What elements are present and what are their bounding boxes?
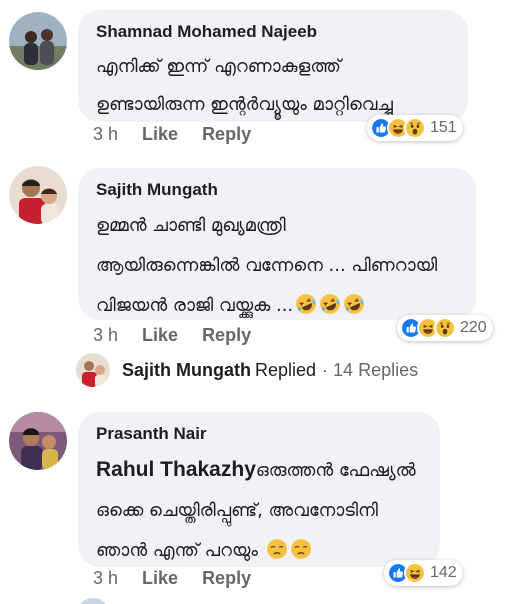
rofl-icon xyxy=(319,293,341,315)
avatar xyxy=(76,353,110,387)
comment-bubble: Sajith Mungath ഉമ്മൻ ചാണ്ടി മുഖ്യമന്ത്രി… xyxy=(78,168,476,320)
reply-author-name: Sajith Mungath xyxy=(122,359,251,380)
comment-bubble: Shamnad Mohamed Najeeb എനിക്ക് ഇന്ന് എറണ… xyxy=(78,10,468,122)
reaction-summary[interactable]: 220 xyxy=(397,315,493,341)
haha-icon xyxy=(404,562,426,584)
mention-link[interactable]: Rahul Thakazhy xyxy=(96,458,256,481)
comment-actions: 3 h Like Reply xyxy=(93,124,251,145)
comment-bubble: Prasanth Nair Rahul Thakazhyഒരുത്തൻ ഫേഷ്… xyxy=(78,412,440,567)
like-button[interactable]: Like xyxy=(142,568,178,589)
reply-button[interactable]: Reply xyxy=(202,568,251,589)
timestamp[interactable]: 3 h xyxy=(93,568,118,589)
comment-1: Shamnad Mohamed Najeeb എനിക്ക് ഇന്ന് എറണ… xyxy=(0,0,531,160)
like-button[interactable]: Like xyxy=(142,124,178,145)
reaction-count: 151 xyxy=(430,119,457,136)
avatar[interactable] xyxy=(9,12,67,70)
comment-text-segment: ഒരുത്തൻ ഫേഷ്യൽ xyxy=(255,460,416,481)
rofl-icon xyxy=(295,293,317,315)
comment-text-line: ആയിരുന്നെങ്കിൽ വന്നേനെ ... പിണറായി xyxy=(96,255,438,276)
unamused-icon xyxy=(266,538,288,560)
comment-text: Rahul Thakazhyഒരുത്തൻ ഫേഷ്യൽ ഒക്കെ ചെയ്ത… xyxy=(96,450,424,571)
comment-text-line: Rahul Thakazhyഒരുത്തൻ ഫേഷ്യൽ xyxy=(96,450,424,491)
comment-text-line: ഉമ്മൻ ചാണ്ടി മുഖ്യമന്ത്രി xyxy=(96,215,286,236)
unamused-icon xyxy=(290,538,312,560)
wow-icon xyxy=(434,317,456,339)
reply-button[interactable]: Reply xyxy=(202,124,251,145)
timestamp[interactable]: 3 h xyxy=(93,124,118,145)
reply-verb: Replied xyxy=(255,359,317,380)
comment-text-line: എനിക്ക് ഇന്ന് എറണാകുളത്ത് xyxy=(96,56,341,77)
view-replies-link[interactable]: Sajith Mungath Replied · 14 Replies xyxy=(76,353,418,387)
comment-3: Prasanth Nair Rahul Thakazhyഒരുത്തൻ ഫേഷ്… xyxy=(0,400,531,604)
comment-text-line: ഞാൻ എന്ത് പറയും xyxy=(96,531,424,571)
comment-text: എനിക്ക് ഇന്ന് എറണാകുളത്ത് ഉണ്ടായിരുന്ന ഇ… xyxy=(96,48,452,124)
timestamp[interactable]: 3 h xyxy=(93,325,118,346)
comment-text-line: ഒക്കെ ചെയ്തിരിപ്പുണ്ട്, അവനോടിനി xyxy=(96,500,378,521)
comment-text: ഉമ്മൻ ചാണ്ടി മുഖ്യമന്ത്രി ആയിരുന്നെങ്കിൽ… xyxy=(96,206,460,326)
reaction-summary[interactable]: 142 xyxy=(384,560,463,586)
comment-text-segment: വിജയൻ രാജി വയ്ക്കുക ... xyxy=(96,295,294,316)
reply-button[interactable]: Reply xyxy=(202,325,251,346)
reaction-count: 142 xyxy=(430,564,457,581)
reaction-count: 220 xyxy=(460,319,487,336)
avatar[interactable] xyxy=(9,166,67,224)
author-name[interactable]: Prasanth Nair xyxy=(96,424,424,444)
like-button[interactable]: Like xyxy=(142,325,178,346)
author-name[interactable]: Sajith Mungath xyxy=(96,180,460,200)
author-name[interactable]: Shamnad Mohamed Najeeb xyxy=(96,22,452,42)
rofl-icon xyxy=(343,293,365,315)
reply-count: · 14 Replies xyxy=(322,359,419,380)
wow-icon xyxy=(404,117,426,139)
comment-actions: 3 h Like Reply xyxy=(93,568,251,589)
comment-actions: 3 h Like Reply xyxy=(93,325,251,346)
reaction-summary[interactable]: 151 xyxy=(367,115,463,141)
comment-text-segment: ഞാൻ എന്ത് പറയും xyxy=(96,540,258,561)
avatar[interactable] xyxy=(9,412,67,470)
